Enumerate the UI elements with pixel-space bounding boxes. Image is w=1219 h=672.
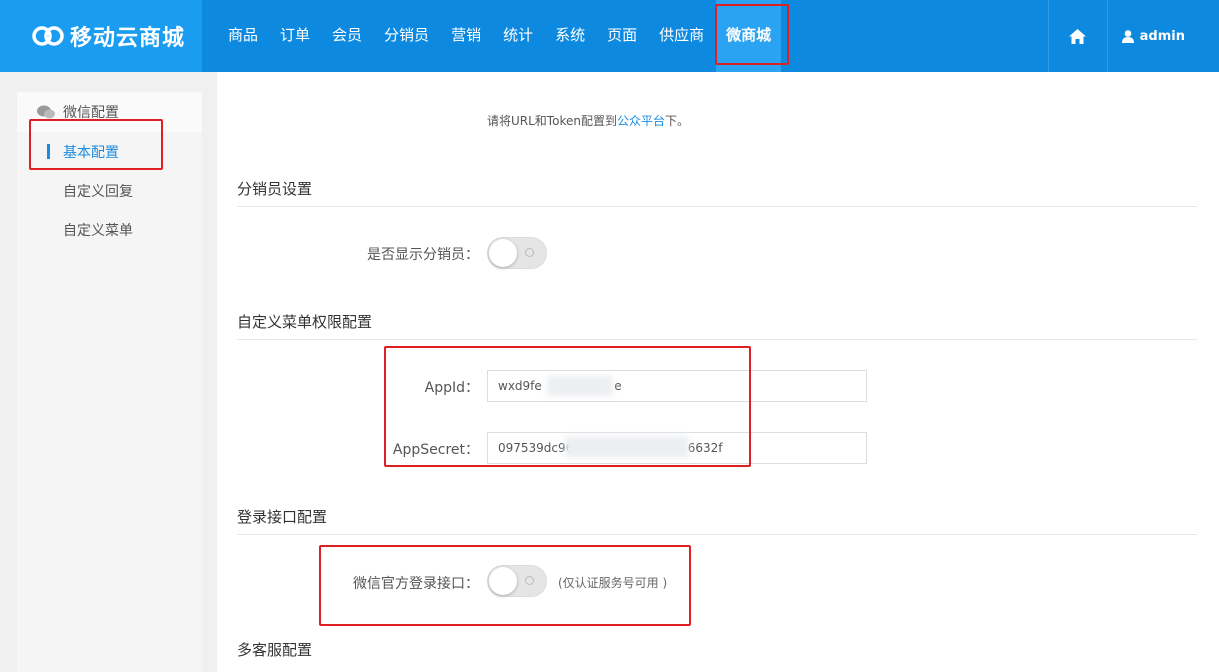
section-divider [237,534,1197,535]
sidebar: 微信配置 基本配置 自定义回复 自定义菜单 [17,92,202,672]
toggle-knob [489,239,517,267]
logo-icon [32,26,64,46]
section-title-login: 登录接口配置 [237,508,328,526]
logo[interactable]: 移动云商城 [0,0,202,72]
nav-item-system[interactable]: 系统 [545,0,595,72]
nav-item-members[interactable]: 会员 [322,0,372,72]
header-right: admin [1047,0,1219,72]
user-name: admin [1139,28,1185,44]
section-title-customer-service: 多客服配置 [237,641,313,659]
redaction-mask [547,376,613,396]
appid-input[interactable] [487,370,867,402]
redaction-mask [565,436,689,458]
show-distributor-toggle[interactable] [487,237,547,269]
notice-text-suffix: 下。 [664,114,689,128]
wechat-icon [37,105,55,119]
wechat-login-label: 微信官方登录接口： [353,576,479,592]
appsecret-label: AppSecret： [392,442,479,458]
user-menu[interactable]: admin [1108,0,1219,72]
appid-label: AppId： [424,380,479,396]
main-nav: 商品 订单 会员 分销员 营销 统计 系统 页面 供应商 微商城 [218,0,783,72]
sidebar-item-custom-menu[interactable]: 自定义菜单 [17,210,202,249]
logo-text: 移动云商城 [70,26,186,51]
nav-item-statistics[interactable]: 统计 [493,0,543,72]
toggle-off-indicator [525,248,534,257]
section-title-menu-auth: 自定义菜单权限配置 [237,313,373,331]
home-button[interactable] [1049,0,1107,72]
section-divider [237,339,1197,340]
sidebar-item-basic-config[interactable]: 基本配置 [17,132,202,171]
toggle-off-indicator [525,576,534,585]
nav-item-marketing[interactable]: 营销 [441,0,491,72]
show-distributor-label: 是否显示分销员： [367,247,479,263]
public-platform-link[interactable]: 公众平台 [617,114,665,128]
notice-text: 请将URL和Token配置到 [487,114,617,128]
wechat-login-hint: (仅认证服务号可用 ) [558,576,668,590]
main-content: 请将URL和Token配置到公众平台下。 分销员设置 是否显示分销员： 自定义菜… [217,72,1219,672]
nav-item-micro-mall[interactable]: 微商城 [716,0,782,72]
sidebar-group-label: 微信配置 [63,105,119,121]
nav-item-distributors[interactable]: 分销员 [374,0,439,72]
wechat-login-toggle[interactable] [487,565,547,597]
section-divider [237,206,1197,207]
toggle-knob [489,567,517,595]
user-icon [1121,29,1134,43]
nav-item-orders[interactable]: 订单 [270,0,320,72]
sidebar-item-auto-reply[interactable]: 自定义回复 [17,171,202,210]
nav-item-goods[interactable]: 商品 [218,0,268,72]
home-icon [1069,28,1087,44]
nav-item-suppliers[interactable]: 供应商 [649,0,714,72]
config-notice: 请将URL和Token配置到公众平台下。 [487,112,689,129]
top-navbar: 移动云商城 商品 订单 会员 分销员 营销 统计 系统 页面 供应商 微商城 a… [0,0,1219,72]
section-title-distributor: 分销员设置 [237,180,313,198]
sidebar-group-wechat: 微信配置 [17,92,202,132]
nav-item-pages[interactable]: 页面 [597,0,647,72]
